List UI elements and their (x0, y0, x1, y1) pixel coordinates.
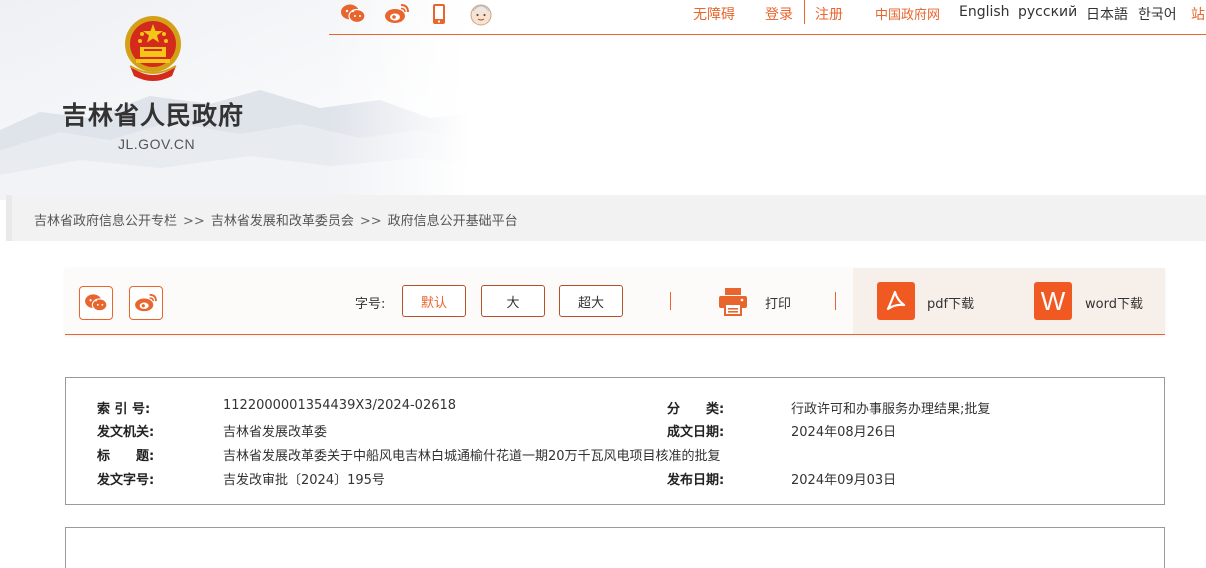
breadcrumb-item[interactable]: 政府信息公开基础平台 (388, 214, 518, 229)
elder-mode-icon[interactable] (467, 0, 495, 28)
weibo-icon[interactable] (383, 0, 411, 28)
category-label: 分 类: (667, 402, 725, 417)
publish-date-label: 发布日期: (667, 473, 725, 488)
toolbar-divider (835, 292, 836, 310)
breadcrumb-accent (6, 195, 12, 241)
site-domain: JL.GOV.CN (118, 136, 196, 152)
written-date-value: 2024年08月26日 (791, 425, 897, 440)
national-emblem-icon (125, 16, 181, 81)
print-button[interactable]: 打印 (765, 293, 791, 312)
login-link[interactable]: 登录 (765, 4, 793, 24)
lang-english-link[interactable]: English (959, 4, 1010, 20)
share-weibo-button[interactable] (129, 286, 163, 320)
register-link[interactable]: 注册 (815, 4, 843, 24)
document-content (65, 527, 1165, 568)
site-nav-link[interactable]: 站 (1191, 4, 1205, 24)
font-size-default-button[interactable]: 默认 (402, 285, 466, 317)
weibo-icon (135, 293, 157, 312)
category-value: 行政许可和办事服务办理结果;批复 (791, 402, 991, 417)
accessibility-link[interactable]: 无障碍 (693, 4, 735, 24)
font-size-large-button[interactable]: 大 (481, 285, 545, 317)
font-size-label: 字号: (355, 297, 386, 312)
breadcrumb-item[interactable]: 吉林省政府信息公开专栏 (34, 214, 177, 229)
topbar-divider (804, 0, 805, 24)
issuer-value: 吉林省发展改革委 (223, 425, 328, 440)
word-icon[interactable]: W (1034, 282, 1072, 320)
breadcrumb-item[interactable]: 吉林省发展和改革委员会 (211, 214, 354, 229)
china-gov-link[interactable]: 中国政府网 (875, 4, 940, 23)
lang-korean-link[interactable]: 한국어 (1138, 4, 1177, 24)
breadcrumb-trail: 吉林省政府信息公开专栏 >> 吉林省发展和改革委员会 >> 政府信息公开基础平台 (34, 210, 518, 229)
issuer-label: 发文机关: (97, 425, 155, 440)
breadcrumb-separator: >> (359, 214, 382, 229)
download-area: pdf下载 W word下载 (853, 268, 1165, 334)
toolbar-divider (670, 292, 671, 310)
title-value: 吉林省发展改革委关于中船风电吉林白城通榆什花道一期20万千瓦风电项目核准的批复 (223, 449, 721, 464)
title-label: 标 题: (97, 449, 155, 464)
document-metadata: 索 引 号: 1122000001354439X3/2024-02618 分 类… (65, 377, 1165, 505)
publish-date-value: 2024年09月03日 (791, 473, 897, 488)
article-toolbar: 字号: 默认 大 超大 打印 pdf下载 W word下载 (65, 268, 1165, 335)
wechat-icon[interactable] (339, 0, 367, 28)
font-size-xlarge-button[interactable]: 超大 (559, 285, 623, 317)
word-download-button[interactable]: word下载 (1085, 293, 1143, 312)
index-label: 索 引 号: (97, 402, 151, 417)
site-name: 吉林省人民政府 (62, 101, 245, 130)
pdf-download-button[interactable]: pdf下载 (927, 293, 974, 312)
written-date-label: 成文日期: (667, 425, 725, 440)
lang-japanese-link[interactable]: 日本語 (1086, 4, 1128, 24)
breadcrumb-separator: >> (183, 214, 205, 229)
printer-icon[interactable] (717, 285, 749, 317)
doc-number-label: 发文字号: (97, 473, 155, 488)
mobile-icon[interactable] (425, 0, 453, 28)
top-bar: 无障碍 登录 注册 中国政府网 English русский 日本語 한국어 … (329, 0, 1206, 35)
lang-russian-link[interactable]: русский (1018, 4, 1077, 20)
share-wechat-button[interactable] (79, 286, 113, 320)
index-value: 1122000001354439X3/2024-02618 (223, 398, 457, 413)
wechat-icon (85, 294, 108, 312)
pdf-icon[interactable] (877, 282, 915, 320)
header: 吉林省人民政府 JL.GOV.CN 无障碍 登录 注册 中国政府网 Englis… (0, 0, 1206, 200)
doc-number-value: 吉发改审批〔2024〕195号 (223, 473, 385, 488)
breadcrumb: 吉林省政府信息公开专栏 >> 吉林省发展和改革委员会 >> 政府信息公开基础平台 (6, 195, 1206, 241)
